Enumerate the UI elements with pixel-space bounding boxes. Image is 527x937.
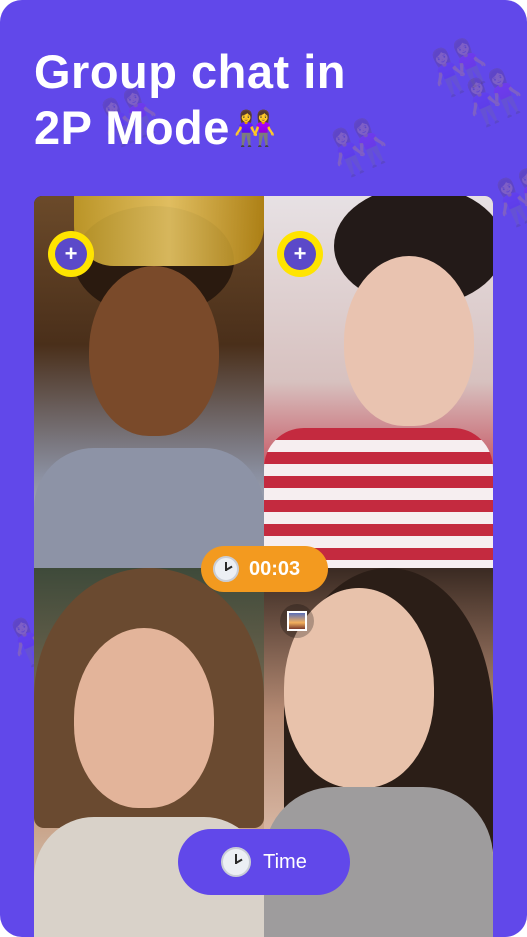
photo-icon [287,611,307,631]
gold-crown-filter [74,196,264,266]
page-title: Group chat in 2P Mode 👭 [34,44,414,157]
add-friend-button-2[interactable]: + [277,231,323,277]
participant-face [344,256,474,426]
time-button-label: Time [263,850,307,873]
clock-icon [213,556,239,582]
title-line-2: 2P Mode 👭 [34,100,414,157]
app-screen: 👭 👭 👭 👭 👭 👭 Group chat in 2P Mode👭 [0,0,527,937]
add-friend-button-1[interactable]: + [48,231,94,277]
call-timer: 00:03 [201,546,328,592]
two-women-holding-hands-icon: 👭 [233,110,277,148]
plus-icon: + [55,238,87,270]
clock-icon [221,847,252,877]
participant-face [74,628,214,808]
photo-button[interactable] [280,604,314,638]
participant-face [89,266,219,436]
title-line-2-text: 2P Mode [34,101,230,154]
plus-icon: + [284,238,316,270]
title-line-1: Group chat in [34,45,346,98]
time-button[interactable]: Time [178,829,350,895]
timer-value: 00:03 [249,557,301,580]
